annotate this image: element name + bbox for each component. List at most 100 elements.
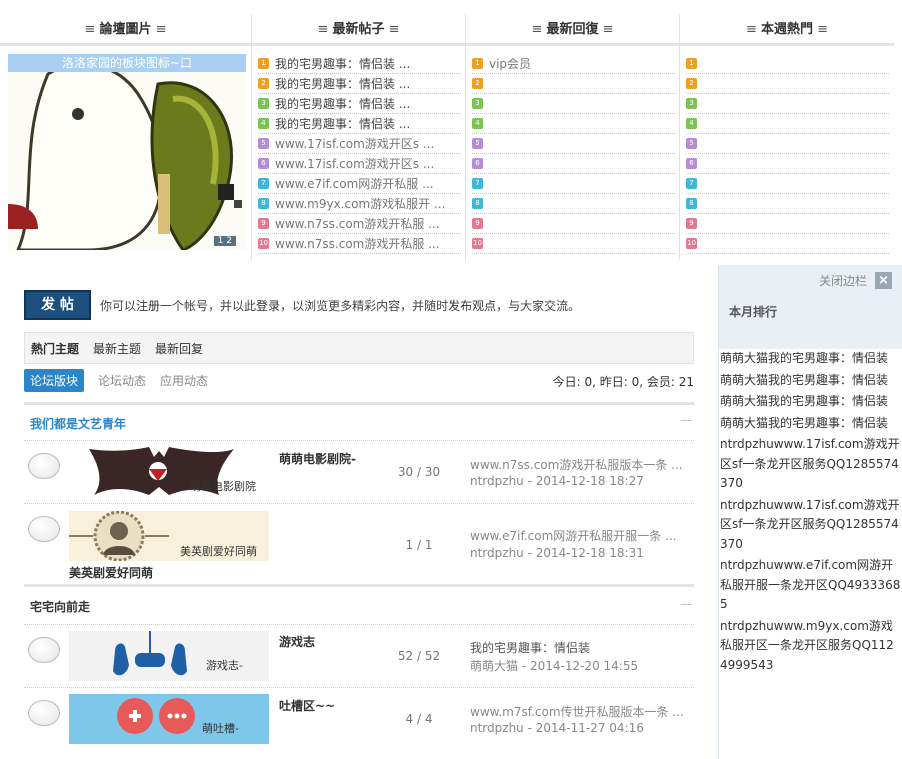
weekly-hot-item[interactable]: 3 xyxy=(686,94,889,114)
weekly-hot-item[interactable]: 10 xyxy=(686,234,889,254)
forum-icon-rant[interactable]: 萌吐槽- xyxy=(69,694,269,744)
latest-post-item[interactable]: 2 我的宅男趣事：情侣装 ... xyxy=(258,74,461,94)
ranking-entry[interactable]: 萌萌大猫我的宅男趣事：情侣装 xyxy=(719,371,902,393)
slideshow-pager[interactable]: 1 2 xyxy=(213,236,236,246)
latest-reply-item[interactable]: 7 xyxy=(472,174,675,194)
tab-new-topics[interactable]: 最新主题 xyxy=(93,340,141,357)
latest-post-title[interactable]: 我的宅男趣事：情侣装 ... xyxy=(275,75,410,92)
section-divider xyxy=(24,402,694,405)
latest-reply-item[interactable]: 8 xyxy=(472,194,675,214)
latest-post-title[interactable]: www.17isf.com游戏开区s ... xyxy=(275,135,434,152)
forum-last-post-title[interactable]: www.n7ss.com游戏开私服版本一条 ... xyxy=(470,456,692,473)
weekly-hot-item[interactable]: 4 xyxy=(686,114,889,134)
weekly-hot-item[interactable]: 2 xyxy=(686,74,889,94)
ranking-entry[interactable]: ntrdpzhuwww.e7if.com网游开私服开服一条龙开区QQ493336… xyxy=(719,556,902,617)
latest-reply-item[interactable]: 6 xyxy=(472,154,675,174)
latest-post-title[interactable]: www.17isf.com游戏开区s ... xyxy=(275,155,434,172)
latest-post-item[interactable]: 1 我的宅男趣事：情侣装 ... xyxy=(258,54,461,74)
close-sidebar-control[interactable]: 关闭边栏 × xyxy=(819,272,892,289)
latest-post-title[interactable]: 我的宅男趣事：情侣装 ... xyxy=(275,55,410,72)
latest-reply-item[interactable]: 3 xyxy=(472,94,675,114)
latest-post-title[interactable]: www.e7if.com网游开私服 ... xyxy=(275,175,434,192)
latest-post-title[interactable]: www.m9yx.com游戏私服开 ... xyxy=(275,195,445,212)
ranking-entry[interactable]: 萌萌大猫我的宅男趣事：情侣装 xyxy=(719,349,902,371)
forum-last-post-meta[interactable]: ntrdpzhu - 2014-11-27 04:16 xyxy=(470,721,644,735)
forum-icon-label: 游戏志- xyxy=(206,659,243,672)
latest-reply-item[interactable]: 5 xyxy=(472,134,675,154)
rank-badge-icon: 4 xyxy=(258,118,269,129)
ranking-entry[interactable]: ntrdpzhuwww.17isf.com游戏开区sf一条龙开区服务QQ1285… xyxy=(719,496,902,557)
latest-reply-item[interactable]: 4 xyxy=(472,114,675,134)
column-header-images: ≡ 論壇圖片 ≡ xyxy=(0,14,251,46)
tab-forum-boards[interactable]: 论坛版块 xyxy=(24,368,85,392)
section-collapse-icon[interactable]: — xyxy=(680,597,692,611)
weekly-hot-item[interactable]: 6 xyxy=(686,154,889,174)
weekly-hot-item[interactable]: 9 xyxy=(686,214,889,234)
latest-post-item[interactable]: 9 www.n7ss.com游戏开私服 ... xyxy=(258,214,461,234)
rank-badge-icon: 4 xyxy=(686,118,697,129)
forum-last-post-meta[interactable]: ntrdpzhu - 2014-12-18 18:27 xyxy=(470,474,644,488)
forum-last-post-title[interactable]: www.m7sf.com传世开私服版本一条 ... xyxy=(470,703,692,720)
latest-post-item[interactable]: 10 www.n7ss.com游戏开私服 ... xyxy=(258,234,461,254)
forum-name-link[interactable]: 美英剧爱好同萌 xyxy=(69,564,153,581)
latest-post-item[interactable]: 4 我的宅男趣事：情侣装 ... xyxy=(258,114,461,134)
ranking-entry[interactable]: ntrdpzhuwww.m9yx.com游戏私服开区一条龙开区服务QQ11249… xyxy=(719,617,902,678)
register-link[interactable]: 注册 xyxy=(136,299,160,313)
forum-image-slideshow[interactable]: 洛洛家园的板块图标~口 1 2 xyxy=(8,54,246,250)
ranking-entry[interactable]: ntrdpzhuwww.17isf.com游戏开区sf一条龙开区服务QQ1285… xyxy=(719,435,902,496)
forum-icon-movie[interactable]: 萌萌电影剧院 xyxy=(69,447,269,497)
tab-hot-topics[interactable]: 熱门主题 xyxy=(31,340,79,357)
latest-reply-item[interactable]: 2 xyxy=(472,74,675,94)
latest-post-item[interactable]: 6 www.17isf.com游戏开区s ... xyxy=(258,154,461,174)
weekly-hot-item[interactable]: 8 xyxy=(686,194,889,214)
latest-post-title[interactable]: www.n7ss.com游戏开私服 ... xyxy=(275,235,440,252)
sidebar: 关闭边栏 × 本月排行 萌萌大猫我的宅男趣事：情侣装 萌萌大猫我的宅男趣事：情侣装… xyxy=(718,265,902,759)
forum-name-link[interactable]: 萌萌电影剧院- xyxy=(279,450,356,467)
tab-app-activity[interactable]: 应用动态 xyxy=(160,372,208,389)
tab-new-replies[interactable]: 最新回复 xyxy=(155,340,203,357)
forum-last-post-title[interactable]: www.e7if.com网游开私服开服一条 ... xyxy=(470,527,692,544)
forum-icon-games[interactable]: 游戏志- xyxy=(69,631,269,681)
section-collapse-icon[interactable]: — xyxy=(680,413,692,427)
latest-post-item[interactable]: 7 www.e7if.com网游开私服 ... xyxy=(258,174,461,194)
forum-last-post-meta[interactable]: ntrdpzhu - 2014-12-18 18:31 xyxy=(470,546,644,560)
rank-badge-icon: 1 xyxy=(258,58,269,69)
new-post-button[interactable]: 发 帖 xyxy=(24,290,91,320)
tab-forum-activity[interactable]: 论坛动态 xyxy=(98,372,146,389)
login-link[interactable]: 登录 xyxy=(256,299,280,313)
latest-post-item[interactable]: 8 www.m9yx.com游戏私服开 ... xyxy=(258,194,461,214)
latest-post-title[interactable]: www.n7ss.com游戏开私服 ... xyxy=(275,215,440,232)
latest-post-title[interactable]: 我的宅男趣事：情侣装 ... xyxy=(275,95,410,112)
latest-reply-title[interactable]: vip会员 xyxy=(489,55,531,72)
forum-last-post-title[interactable]: 我的宅男趣事：情侣装 xyxy=(470,639,692,656)
latest-post-item[interactable]: 3 我的宅男趣事：情侣装 ... xyxy=(258,94,461,114)
rank-badge-icon: 1 xyxy=(472,58,483,69)
ranking-entry[interactable]: 萌萌大猫我的宅男趣事：情侣装 xyxy=(719,392,902,414)
rank-badge-icon: 9 xyxy=(472,218,483,229)
forum-icon-us-uk-drama[interactable]: 美英剧爱好同萌 xyxy=(69,511,269,561)
weekly-hot-item[interactable]: 1 xyxy=(686,54,889,74)
rank-badge-icon: 2 xyxy=(686,78,697,89)
notice-text: ，与大家交流。 xyxy=(496,299,581,313)
forum-row: 美英剧爱好同萌 美英剧爱好同萌 1 / 1 www.e7if.com网游开私服开… xyxy=(24,503,694,583)
forum-last-post-meta[interactable]: 萌萌大猫 - 2014-12-20 14:55 xyxy=(470,657,638,674)
section-title-otaku[interactable]: 宅宅向前走 xyxy=(30,598,90,615)
weekly-hot-item[interactable]: 5 xyxy=(686,134,889,154)
forum-row: 游戏志- 游戏志 52 / 52 我的宅男趣事：情侣装 萌萌大猫 - 2014-… xyxy=(24,624,694,686)
latest-reply-item[interactable]: 1 vip会员 xyxy=(472,54,675,74)
forum-name-link[interactable]: 游戏志 xyxy=(279,633,315,650)
weekly-hot-item[interactable]: 7 xyxy=(686,174,889,194)
publish-link[interactable]: 发布观点 xyxy=(448,299,496,313)
ranking-entry[interactable]: 萌萌大猫我的宅男趣事：情侣装 xyxy=(719,414,902,436)
latest-post-title[interactable]: 我的宅男趣事：情侣装 ... xyxy=(275,115,410,132)
forum-name-link[interactable]: 吐槽区~~ xyxy=(279,697,335,714)
latest-reply-item[interactable]: 9 xyxy=(472,214,675,234)
close-icon[interactable]: × xyxy=(875,272,892,289)
forum-icon-label: 萌吐槽- xyxy=(202,722,239,735)
section-title-literary[interactable]: 我们都是文艺青年 xyxy=(30,415,126,432)
close-sidebar-label[interactable]: 关闭边栏 xyxy=(819,272,867,289)
latest-reply-item[interactable]: 10 xyxy=(472,234,675,254)
latest-post-item[interactable]: 5 www.17isf.com游戏开区s ... xyxy=(258,134,461,154)
rank-badge-icon: 3 xyxy=(686,98,697,109)
rank-badge-icon: 6 xyxy=(472,158,483,169)
